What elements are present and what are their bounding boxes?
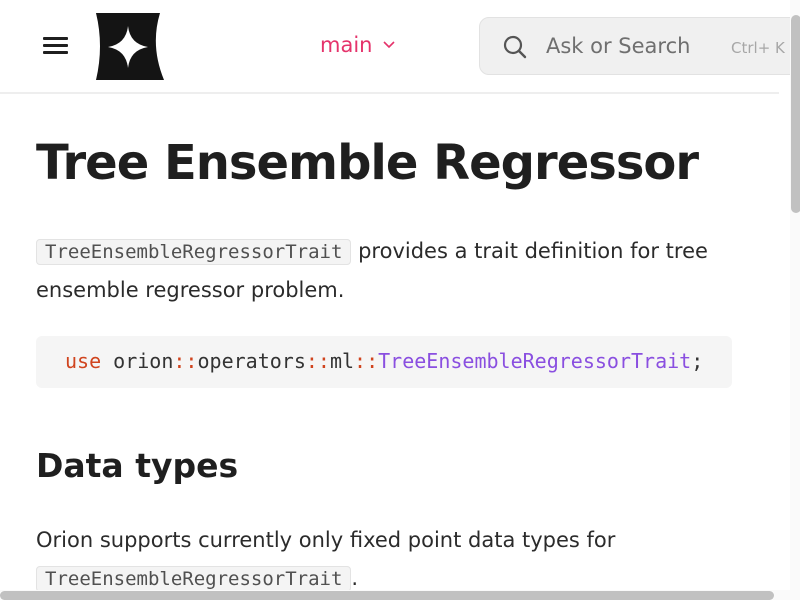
- search-placeholder: Ask or Search: [546, 34, 691, 58]
- data-types-text: Orion supports currently only fixed poin…: [36, 528, 616, 552]
- horizontal-scrollbar-thumb[interactable]: [0, 591, 774, 600]
- code-module: ml: [329, 349, 355, 373]
- code-type-name: TreeEnsembleRegressorTrait: [378, 349, 692, 373]
- top-header: main Ask or Search Ctrl+ K: [0, 0, 800, 94]
- code-module: operators: [197, 349, 306, 373]
- horizontal-scrollbar[interactable]: [0, 590, 790, 600]
- inline-code: TreeEnsembleRegressorTrait: [36, 566, 352, 592]
- code-crate: orion: [113, 349, 174, 373]
- data-types-paragraph: Orion supports currently only fixed poin…: [36, 521, 736, 598]
- vertical-scrollbar[interactable]: [790, 0, 800, 600]
- data-types-suffix: .: [351, 566, 359, 590]
- brand-logo-icon[interactable]: [92, 12, 164, 81]
- branch-label: main: [320, 33, 373, 57]
- section-heading-data-types: Data types: [36, 446, 239, 485]
- code-separator: ::: [354, 349, 379, 373]
- search-shortcut: Ctrl+ K: [731, 39, 785, 57]
- code-block: use orion::operators::ml::TreeEnsembleRe…: [36, 336, 732, 388]
- inline-code: TreeEnsembleRegressorTrait: [36, 239, 352, 265]
- code-separator: ::: [305, 349, 330, 373]
- search-icon: [503, 35, 527, 59]
- vertical-scrollbar-thumb[interactable]: [791, 15, 800, 213]
- hamburger-menu-icon[interactable]: [40, 32, 72, 60]
- code-terminator: ;: [691, 349, 704, 373]
- page-title: Tree Ensemble Regressor: [36, 135, 699, 191]
- code-separator: ::: [173, 349, 198, 373]
- intro-paragraph: TreeEnsembleRegressorTrait provides a tr…: [36, 232, 736, 309]
- branch-selector[interactable]: main: [320, 33, 396, 57]
- chevron-down-icon: [383, 41, 396, 49]
- search-box[interactable]: Ask or Search Ctrl+ K: [479, 17, 800, 75]
- code-keyword: use: [65, 349, 102, 373]
